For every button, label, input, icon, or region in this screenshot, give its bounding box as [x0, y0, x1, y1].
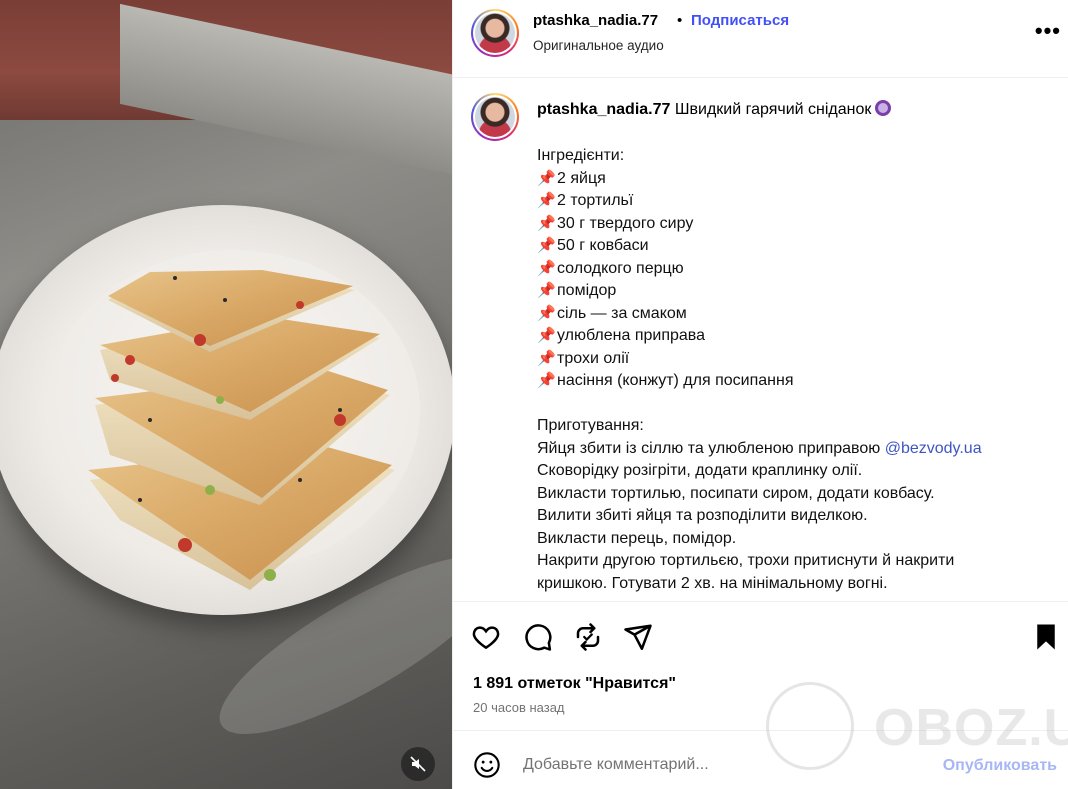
list-item: 📌50 г ковбаси — [537, 235, 1057, 258]
author-username[interactable]: ptashka_nadia.77 — [533, 12, 658, 29]
caption-title: Швидкий гарячий сніданок — [674, 101, 872, 118]
pushpin-icon: 📌 — [537, 282, 556, 299]
post-timestamp[interactable]: 20 часов назад — [473, 700, 565, 715]
list-item: 📌насіння (конжут) для посипання — [537, 370, 1057, 393]
pushpin-icon: 📌 — [537, 349, 556, 367]
action-bar: 1 891 отметок "Нравится" 20 часов назад — [453, 601, 1068, 729]
publish-button[interactable]: Опубликовать — [943, 757, 1057, 775]
mention-link[interactable]: @bezvody.ua — [885, 440, 982, 457]
list-item: 📌солодкого перцю — [537, 258, 1057, 281]
magnifier-emoji-icon — [875, 100, 892, 116]
method-step: Викласти тортилью, посипати сиром, додат… — [537, 484, 935, 502]
caption-area: ptashka_nadia.77 Швидкий гарячий снідано… — [453, 79, 1068, 600]
pushpin-icon: 📌 — [537, 214, 556, 232]
pushpin-icon: 📌 — [537, 372, 556, 389]
method-step: Вилити збиті яйця та розподілити виделко… — [537, 507, 868, 524]
list-item: 📌улюблена приправа — [537, 325, 1057, 348]
speaker-muted-icon — [410, 756, 426, 772]
separator-dot: • — [677, 12, 683, 29]
list-item: 📌помідор — [537, 280, 1057, 303]
comment-icon[interactable] — [523, 622, 553, 652]
quesadilla-food-image — [88, 270, 395, 590]
post-media[interactable] — [0, 0, 452, 789]
comment-input[interactable] — [523, 753, 853, 777]
more-options-icon[interactable]: ••• — [1035, 18, 1061, 44]
list-item: 📌сіль — за смаком — [537, 303, 1057, 326]
follow-button[interactable]: Подписаться — [691, 12, 789, 29]
caption-username[interactable]: ptashka_nadia.77 — [537, 101, 670, 118]
list-item: 📌30 г твердого сиру — [537, 213, 1057, 236]
caption-author-avatar[interactable] — [471, 93, 519, 141]
ingredients-heading: Інгредієнти: — [537, 147, 625, 164]
emoji-icon[interactable] — [473, 751, 501, 779]
repost-icon[interactable] — [573, 622, 603, 652]
audio-label[interactable]: Оригинальное аудио — [533, 38, 664, 53]
comment-bar: Опубликовать — [453, 730, 1068, 789]
heart-icon[interactable] — [471, 622, 501, 652]
pushpin-icon: 📌 — [537, 259, 556, 277]
pushpin-icon: 📌 — [537, 237, 556, 254]
pushpin-icon: 📌 — [537, 169, 556, 187]
method-step: Накрити другою тортильєю, трохи притисну… — [537, 552, 955, 569]
post-side-panel: ptashka_nadia.77 • Подписаться Оригиналь… — [452, 0, 1068, 789]
likes-count[interactable]: 1 891 отметок "Нравится" — [473, 675, 676, 693]
list-item: 📌2 тортильї — [537, 190, 1057, 213]
method-step: Викласти перець, помідор. — [537, 529, 737, 547]
list-item: 📌трохи олії — [537, 348, 1057, 371]
bookmark-icon[interactable] — [1031, 622, 1061, 652]
mute-button[interactable] — [401, 747, 435, 781]
pushpin-icon: 📌 — [537, 192, 556, 209]
method-step: Яйця збити із сіллю та улюбленою приправ… — [537, 439, 982, 457]
post-header: ptashka_nadia.77 • Подписаться Оригиналь… — [453, 0, 1068, 78]
method-heading: Приготування: — [537, 417, 644, 434]
author-avatar[interactable] — [471, 9, 519, 57]
pushpin-icon: 📌 — [537, 304, 556, 322]
list-item: 📌2 яйця — [537, 168, 1057, 191]
method-step: Сковорідку розігріти, додати краплинку о… — [537, 462, 863, 479]
pushpin-icon: 📌 — [537, 327, 556, 344]
caption-header: ptashka_nadia.77 Швидкий гарячий снідано… — [537, 100, 892, 120]
share-icon[interactable] — [623, 622, 653, 652]
method-step: кришкою. Готувати 2 хв. на мінімальному … — [537, 574, 888, 592]
caption-body: Інгредієнти: 📌2 яйця 📌2 тортильї 📌30 г т… — [537, 145, 1057, 595]
